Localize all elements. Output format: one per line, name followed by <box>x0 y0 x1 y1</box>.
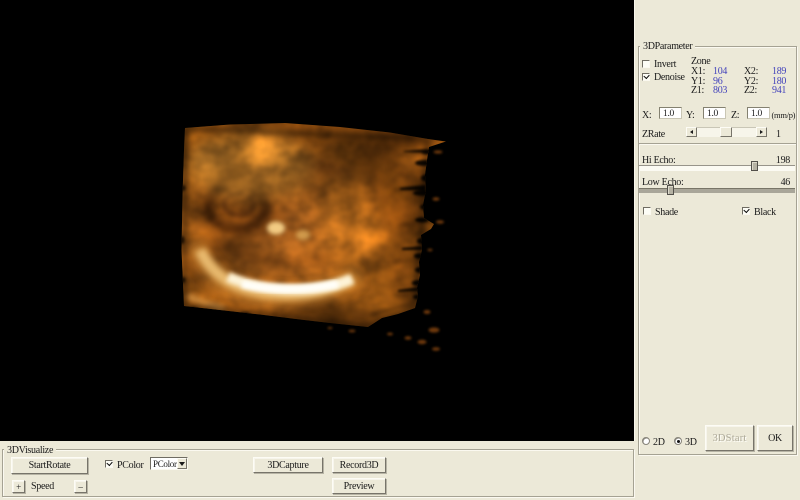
denoise-checkbox[interactable] <box>642 73 650 81</box>
zone-label: X1: <box>691 67 705 76</box>
invert-label[interactable]: Invert <box>654 60 676 69</box>
zrate-label: ZRate <box>642 130 665 139</box>
right-arrow-icon <box>760 130 763 134</box>
invert-checkbox[interactable] <box>642 60 650 68</box>
black-label[interactable]: Black <box>754 208 776 217</box>
pcolor-combobox[interactable]: PColor <box>150 457 188 470</box>
zone-label: Z2: <box>744 86 757 95</box>
hi-echo-slider[interactable] <box>639 165 795 171</box>
zone-value: 189 <box>772 67 786 76</box>
scale-z-label: Z: <box>731 111 739 120</box>
dropdown-arrow-icon <box>179 462 185 466</box>
zrate-thumb[interactable] <box>720 127 732 137</box>
check-icon <box>643 73 649 79</box>
speed-label: Speed <box>31 482 54 491</box>
render-viewport[interactable] <box>0 0 634 441</box>
separator-line <box>639 143 796 145</box>
hi-echo-thumb[interactable] <box>751 161 758 171</box>
hi-echo-value: 198 <box>770 156 790 165</box>
scale-y-label: Y: <box>686 111 694 120</box>
zone-title: Zone <box>691 57 710 66</box>
mode-3d-radio[interactable] <box>674 437 682 445</box>
speed-minus-button[interactable]: – <box>74 480 87 493</box>
pcolor-checkbox[interactable] <box>105 460 113 468</box>
zrate-scrollbar[interactable] <box>686 127 767 137</box>
denoise-label[interactable]: Denoise <box>654 73 685 82</box>
zone-value: 803 <box>713 86 727 95</box>
low-echo-label: Low Echo: <box>642 178 683 187</box>
shade-label[interactable]: Shade <box>655 208 678 217</box>
pcolor-combo-value: PColor <box>153 460 177 469</box>
mode-2d-radio[interactable] <box>642 437 650 445</box>
ok-button[interactable]: OK <box>757 425 793 451</box>
check-icon <box>743 207 749 213</box>
visualize-group-title: 3DVisualize <box>4 446 56 455</box>
start3d-button[interactable]: 3DStart <box>705 425 754 451</box>
preview-button[interactable]: Preview <box>332 478 386 494</box>
zrate-right-arrow[interactable] <box>756 127 767 137</box>
start-rotate-button[interactable]: StartRotate <box>11 457 88 474</box>
shade-checkbox[interactable] <box>643 207 651 215</box>
low-echo-thumb[interactable] <box>667 185 674 195</box>
check-icon <box>106 460 112 466</box>
speed-plus-button[interactable]: + <box>12 480 25 493</box>
pcolor-label[interactable]: PColor <box>117 461 144 470</box>
scale-z-input[interactable]: 1.0 <box>747 107 770 119</box>
zone-label: X2: <box>744 67 758 76</box>
low-echo-slider[interactable] <box>639 188 795 193</box>
scale-x-label: X: <box>642 111 651 120</box>
hi-echo-label: Hi Echo: <box>642 156 675 165</box>
scale-unit-label: (mm/p) <box>772 111 796 120</box>
capture-button[interactable]: 3DCapture <box>253 457 323 473</box>
app-window: { "colors": { "panel_bg": "#ece9d8", "vi… <box>0 0 800 500</box>
radio-dot-icon <box>677 440 680 443</box>
viewport-edge-highlight <box>634 0 635 441</box>
zone-label: Z1: <box>691 86 704 95</box>
scale-x-input[interactable]: 1.0 <box>659 107 682 119</box>
parameter-group-title: 3DParameter <box>640 42 695 51</box>
low-echo-value: 46 <box>770 178 790 187</box>
zrate-value: 1 <box>776 130 781 139</box>
pcolor-combo-dropdown-button[interactable] <box>177 458 187 469</box>
left-arrow-icon <box>690 130 693 134</box>
zrate-left-arrow[interactable] <box>686 127 697 137</box>
zone-value: 941 <box>772 86 786 95</box>
black-checkbox[interactable] <box>742 207 750 215</box>
mode-2d-label[interactable]: 2D <box>653 438 665 447</box>
mode-3d-label[interactable]: 3D <box>685 438 697 447</box>
scale-y-input[interactable]: 1.0 <box>703 107 726 119</box>
ultrasound-3d-render <box>0 0 634 441</box>
zone-value: 104 <box>713 67 727 76</box>
record-button[interactable]: Record3D <box>332 457 386 473</box>
